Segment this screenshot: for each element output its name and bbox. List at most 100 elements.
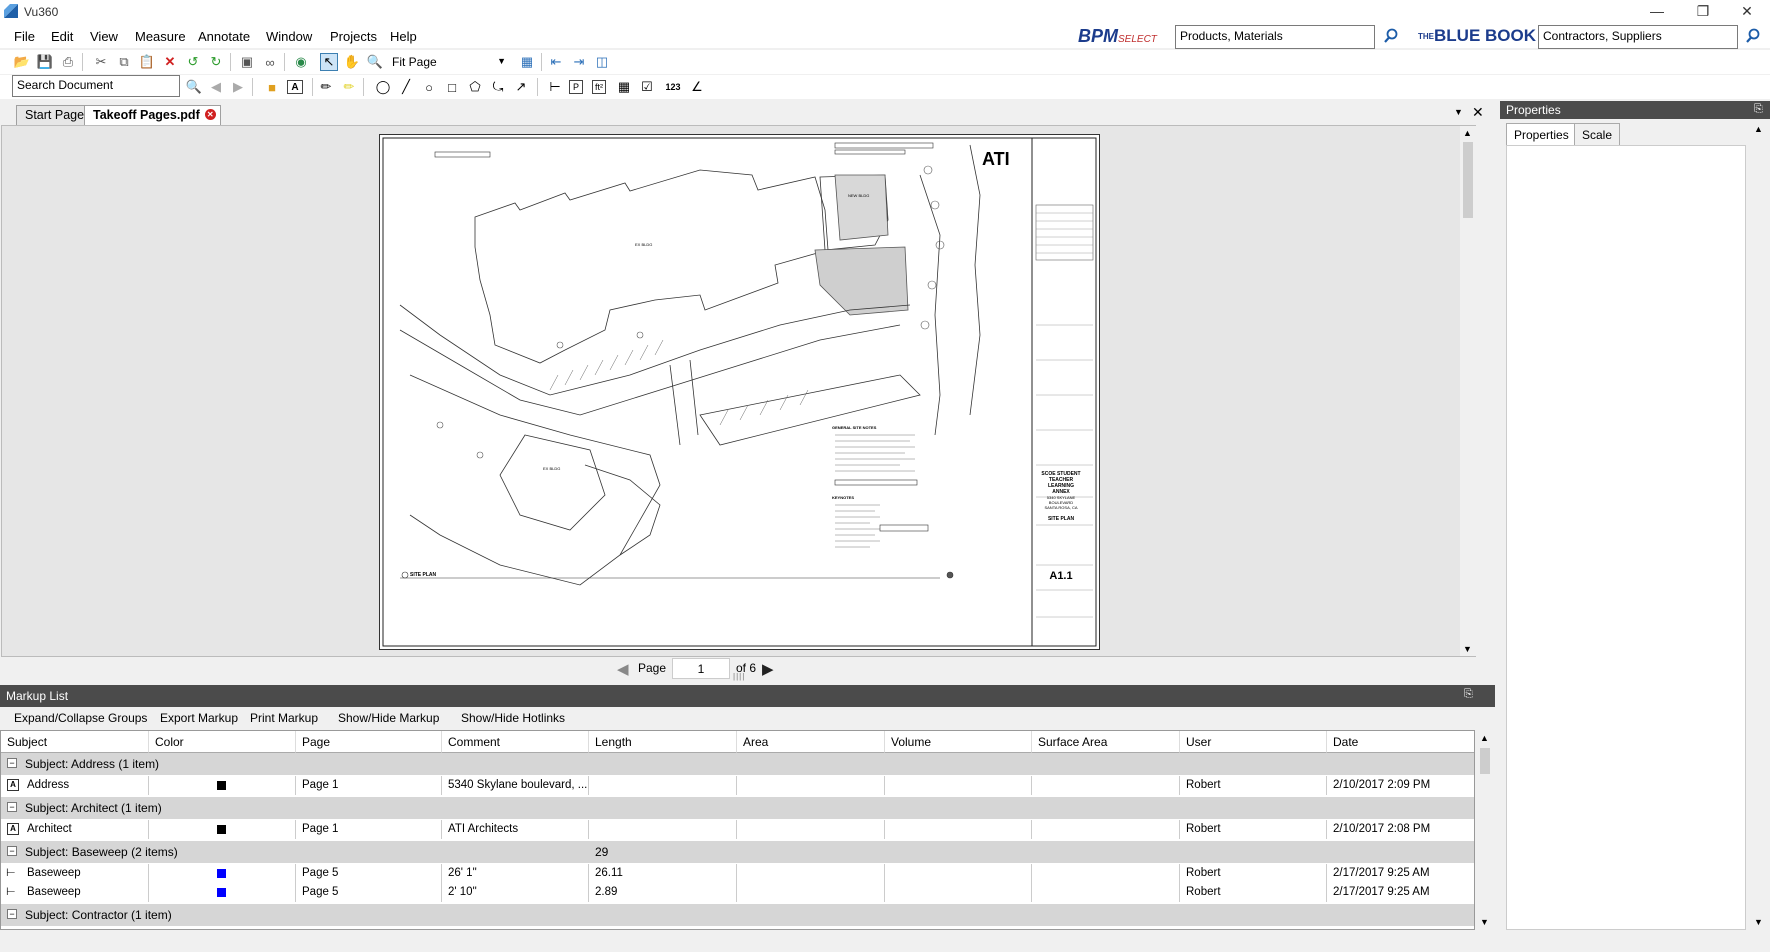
search-icon[interactable] [1745, 28, 1761, 44]
expand-collapse-groups-button[interactable]: Expand/Collapse Groups [14, 711, 147, 725]
page-next-view-icon[interactable]: ⇥ [570, 53, 588, 71]
minimize-icon[interactable]: — [1634, 0, 1680, 24]
pan-hand-icon[interactable]: ✋ [343, 53, 361, 71]
count-icon[interactable]: 123 [662, 78, 684, 96]
line-icon[interactable]: ╱ [397, 78, 415, 96]
column-header-surface-area[interactable]: Surface Area [1032, 731, 1180, 753]
print-icon[interactable]: ⎙ [59, 53, 77, 71]
measure-perimeter-icon[interactable]: P [569, 80, 583, 94]
globe-icon[interactable]: ◉ [292, 53, 310, 71]
tab-takeoff-pages[interactable]: Takeoff Pages.pdf ✕ [84, 105, 221, 125]
group-row-contractor[interactable]: − Subject: Contractor (1 item) [1, 904, 1474, 926]
pin-icon[interactable]: ⎘ [1464, 688, 1473, 701]
menu-window[interactable]: Window [266, 29, 312, 44]
scroll-up-icon[interactable]: ▲ [1480, 733, 1489, 743]
link-icon[interactable]: ∞ [261, 53, 279, 71]
show-hide-markup-button[interactable]: Show/Hide Markup [338, 711, 439, 725]
close-tab-icon[interactable]: ✕ [204, 109, 216, 120]
markup-scrollbar[interactable]: ▲ ▼ [1476, 730, 1494, 930]
polygon-icon[interactable]: ⬠ [466, 78, 484, 96]
menu-measure[interactable]: Measure [135, 29, 186, 44]
group-row-architect[interactable]: − Subject: Architect (1 item) [1, 797, 1474, 819]
split-view-icon[interactable]: ◫ [593, 53, 611, 71]
menu-file[interactable]: File [14, 29, 35, 44]
copy-icon[interactable]: ⧉ [115, 53, 133, 71]
search-next-icon[interactable]: ▶ [229, 78, 247, 96]
arrow-icon[interactable]: ↗ [512, 78, 530, 96]
export-markup-button[interactable]: Export Markup [160, 711, 238, 725]
pin-icon[interactable]: ⎘ [1754, 103, 1763, 116]
scroll-up-icon[interactable]: ▲ [1463, 128, 1472, 138]
menu-view[interactable]: View [90, 29, 118, 44]
restore-icon[interactable]: ❐ [1680, 0, 1726, 24]
pen-icon[interactable]: ✏ [317, 78, 335, 96]
open-folder-icon[interactable]: 📂 [13, 53, 31, 71]
tab-properties[interactable]: Properties [1506, 123, 1577, 145]
zoom-icon[interactable]: 🔍 [366, 53, 384, 71]
column-header-color[interactable]: Color [149, 731, 296, 753]
collapse-icon[interactable]: − [7, 909, 17, 919]
redo-icon[interactable]: ↻ [207, 53, 225, 71]
bluebook-search-input[interactable]: Contractors, Suppliers [1538, 25, 1738, 49]
note-icon[interactable]: ■ [263, 78, 281, 96]
measure-length-icon[interactable]: ⊢ [546, 78, 564, 96]
search-icon[interactable] [1383, 28, 1399, 44]
tab-scale[interactable]: Scale [1574, 123, 1621, 145]
camera-icon[interactable]: ▣ [238, 53, 256, 71]
table-row[interactable]: A Address Page 1 5340 Skylane boulevard, … [1, 776, 1474, 795]
scroll-down-icon[interactable]: ▼ [1463, 644, 1472, 654]
close-window-icon[interactable]: ✕ [1724, 0, 1770, 24]
save-icon[interactable]: 💾 [36, 53, 54, 71]
menu-edit[interactable]: Edit [51, 29, 73, 44]
angle-icon[interactable]: ∠ [688, 78, 706, 96]
page-number-input[interactable]: 1 [672, 658, 730, 679]
next-page-icon[interactable]: ▶ [762, 660, 774, 678]
column-header-volume[interactable]: Volume [885, 731, 1032, 753]
paste-icon[interactable]: 📋 [138, 53, 156, 71]
cut-icon[interactable]: ✂ [92, 53, 110, 71]
table-row[interactable]: ⊢ Baseweep Page 5 26' 1" 26.11 Robert 2/1… [1, 864, 1474, 883]
scroll-down-icon[interactable]: ▼ [1754, 917, 1763, 927]
delete-icon[interactable]: ✕ [161, 53, 179, 71]
collapse-icon[interactable]: − [7, 846, 17, 856]
select-pointer-icon[interactable]: ↖ [320, 53, 338, 71]
search-document-input[interactable]: Search Document [12, 75, 180, 97]
search-prev-icon[interactable]: ◀ [207, 78, 225, 96]
column-header-length[interactable]: Length [589, 731, 737, 753]
scrollbar-thumb[interactable] [1463, 142, 1473, 218]
measure-area-icon[interactable]: ft² [592, 80, 606, 94]
group-row-address[interactable]: − Subject: Address (1 item) [1, 753, 1474, 775]
menu-annotate[interactable]: Annotate [198, 29, 250, 44]
properties-scrollbar[interactable]: ▲ ▼ [1750, 121, 1768, 930]
group-row-baseweep[interactable]: − Subject: Baseweep (2 items) 29 [1, 841, 1474, 863]
search-icon[interactable]: 🔍 [185, 78, 203, 96]
table-row[interactable]: ⊢ Baseweep Page 5 2' 10" 2.89 Robert 2/17… [1, 883, 1474, 902]
menu-projects[interactable]: Projects [330, 29, 377, 44]
measure-volume-icon[interactable]: ▦ [615, 78, 633, 96]
column-header-user[interactable]: User [1180, 731, 1327, 753]
undo-icon[interactable]: ↺ [184, 53, 202, 71]
chevron-down-icon[interactable]: ▼ [1454, 107, 1463, 117]
close-icon[interactable]: ✕ [1472, 104, 1484, 121]
menu-help[interactable]: Help [390, 29, 417, 44]
scroll-down-icon[interactable]: ▼ [1480, 917, 1489, 927]
tab-start-page[interactable]: Start Page [16, 105, 94, 125]
bpm-search-input[interactable]: Products, Materials [1175, 25, 1375, 49]
arc-icon[interactable]: ⤿ [489, 78, 507, 96]
highlighter-icon[interactable]: ✏ [340, 78, 358, 96]
text-box-icon[interactable]: A [287, 80, 303, 94]
print-markup-button[interactable]: Print Markup [250, 711, 318, 725]
table-row[interactable]: A Architect Page 1 ATI Architects Robert … [1, 820, 1474, 839]
scroll-up-icon[interactable]: ▲ [1754, 124, 1763, 134]
splitter-grip[interactable]: |||| [733, 672, 745, 681]
measure-count-check-icon[interactable]: ☑ [638, 78, 656, 96]
rectangle-icon[interactable]: □ [443, 78, 461, 96]
column-header-area[interactable]: Area [737, 731, 885, 753]
zoom-mode-select[interactable]: Fit Page ▼ [388, 53, 508, 73]
collapse-icon[interactable]: − [7, 802, 17, 812]
page-prev-view-icon[interactable]: ⇤ [547, 53, 565, 71]
scrollbar-thumb[interactable] [1480, 748, 1490, 774]
ellipse-icon[interactable]: ○ [420, 78, 438, 96]
collapse-icon[interactable]: − [7, 758, 17, 768]
column-header-page[interactable]: Page [296, 731, 442, 753]
